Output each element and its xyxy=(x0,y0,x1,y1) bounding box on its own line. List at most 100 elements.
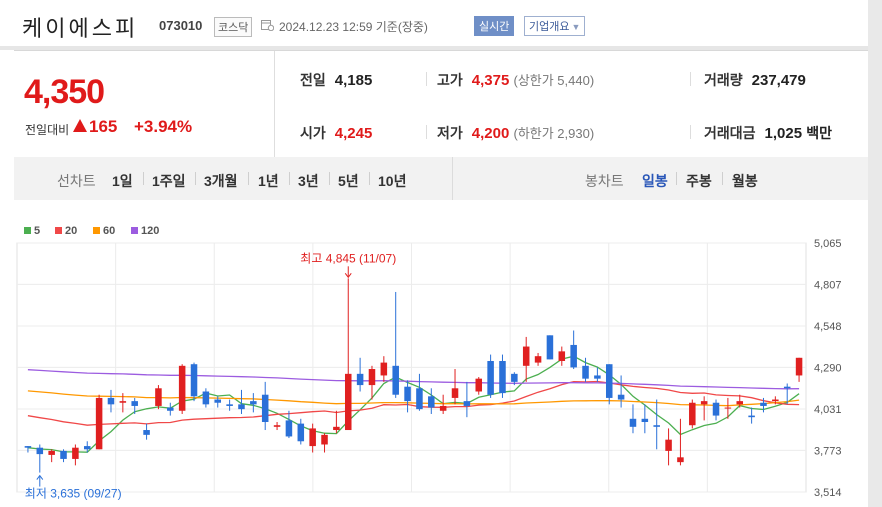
divider xyxy=(722,172,723,185)
candlestick-chart[interactable]: 5,065 4,807 4,548 4,290 4,031 3,773 3,514 5 20 60… xyxy=(14,200,868,507)
trade-amount: 거래대금 1,025 백만 xyxy=(704,123,832,143)
candle-body xyxy=(131,401,138,406)
divider xyxy=(143,172,144,185)
candle-body xyxy=(36,447,44,455)
candle-body xyxy=(285,420,293,437)
y-tick-label: 3,773 xyxy=(814,445,842,457)
candle-body xyxy=(795,357,803,376)
candle-body xyxy=(629,418,637,427)
candle-body xyxy=(72,447,79,459)
candle-body xyxy=(226,404,233,406)
realtime-button[interactable]: 실시간 xyxy=(474,16,515,36)
candle-body xyxy=(783,386,791,389)
period-5year-button[interactable]: 5년 xyxy=(338,171,359,191)
low-label: 저가 xyxy=(437,125,463,141)
legend-swatch xyxy=(55,227,62,234)
divider xyxy=(676,172,677,185)
candle-body xyxy=(451,388,459,398)
volume-value: 237,479 xyxy=(751,72,806,89)
amount-label: 거래대금 xyxy=(704,125,756,141)
chart-canvas[interactable]: 5,065 4,807 4,548 4,290 4,031 3,773 3,514 5 20 60… xyxy=(14,200,868,507)
candle-chart-label: 봉차트 xyxy=(585,173,624,189)
low-price: 저가 4,200 (하한가 2,930) xyxy=(437,123,594,143)
candle-body xyxy=(689,402,696,426)
current-price-box: 4,350 전일대비 165 +3.94% xyxy=(14,51,275,157)
period-3month-button[interactable]: 3개월 xyxy=(204,171,238,191)
candle-body xyxy=(107,397,115,405)
candle-body xyxy=(428,396,435,408)
prev-close-label: 전일 xyxy=(300,72,326,88)
company-overview-label: 기업개요 xyxy=(529,21,570,33)
y-tick-label: 4,290 xyxy=(814,362,842,374)
calendar-clock-icon xyxy=(261,20,274,31)
candle-body xyxy=(190,364,198,397)
candle-body xyxy=(250,401,257,405)
candle-body xyxy=(404,386,411,402)
candle-body xyxy=(380,362,388,376)
amount-unit: 백만 xyxy=(806,125,833,141)
low-value: 4,200 xyxy=(471,125,510,142)
period-10year-button[interactable]: 10년 xyxy=(378,171,406,191)
candle-body xyxy=(748,415,755,418)
change-amount: 165 xyxy=(89,117,118,136)
candle-body xyxy=(760,402,767,406)
divider xyxy=(690,72,691,86)
candle-body xyxy=(24,446,32,448)
divider xyxy=(248,172,249,185)
candle-body xyxy=(546,335,554,360)
y-tick-label: 4,807 xyxy=(814,279,842,291)
chevron-down-icon: ▼ xyxy=(571,22,581,32)
legend-swatch xyxy=(131,227,138,234)
divider xyxy=(369,172,370,185)
candle-body xyxy=(416,388,423,410)
monthly-candle-button[interactable]: 월봉 xyxy=(732,171,758,191)
y-tick-label: 5,065 xyxy=(814,238,842,250)
candle-body xyxy=(772,399,779,402)
candle-body xyxy=(273,425,281,427)
current-price: 4,350 xyxy=(24,73,105,111)
period-1day-button[interactable]: 1일 xyxy=(112,171,133,191)
period-3year-button[interactable]: 3년 xyxy=(298,171,319,191)
y-tick-label: 4,031 xyxy=(814,404,842,416)
scrollbar-track[interactable] xyxy=(868,0,882,507)
period-1week-button[interactable]: 1주일 xyxy=(152,171,186,191)
candle-body xyxy=(392,365,399,395)
candle-body xyxy=(155,388,162,406)
candle-body xyxy=(736,401,744,405)
daily-candle-button[interactable]: 일봉 xyxy=(642,171,668,191)
open-price: 시가 4,245 xyxy=(300,123,372,143)
legend-swatch xyxy=(93,227,100,234)
open-label: 시가 xyxy=(300,125,326,141)
change-percent: +3.94% xyxy=(134,117,193,136)
high-label: 고가 xyxy=(437,72,463,88)
candle-body xyxy=(582,365,589,379)
period-1year-button[interactable]: 1년 xyxy=(258,171,279,191)
candle-body xyxy=(724,407,732,409)
amount-value: 1,025 xyxy=(764,125,803,142)
quote-panel: 4,350 전일대비 165 +3.94% 전일 4,185 고가 4,375 (상… xyxy=(14,50,868,158)
prev-close-value: 4,185 xyxy=(334,72,373,89)
period-selector-bar: 선차트 1일 1주일 3개월 1년 3년 5년 10년 봉차트 일봉 주봉 월봉 xyxy=(14,157,868,201)
candle-body xyxy=(558,351,566,361)
candle-body xyxy=(617,394,625,400)
candle-body xyxy=(641,418,649,423)
lower-limit: (하한가 2,930) xyxy=(513,126,595,141)
market-badge: 코스닥 xyxy=(214,17,253,37)
candle-body xyxy=(475,378,483,392)
candle-body xyxy=(238,404,245,410)
up-triangle-icon xyxy=(73,119,87,132)
candle-body xyxy=(570,344,577,368)
candle-body xyxy=(143,430,150,435)
candle-body xyxy=(178,365,186,411)
divider xyxy=(426,125,427,139)
candle-body xyxy=(499,360,506,394)
company-overview-dropdown[interactable]: 기업개요 ▼ xyxy=(524,16,586,36)
candle-body xyxy=(487,360,494,395)
weekly-candle-button[interactable]: 주봉 xyxy=(686,171,712,191)
candle-body xyxy=(677,457,684,463)
candle-body xyxy=(95,397,103,450)
candle-body xyxy=(321,434,328,445)
candle-body xyxy=(356,373,364,386)
prev-close: 전일 4,185 xyxy=(300,70,372,90)
legend-swatch xyxy=(24,227,31,234)
